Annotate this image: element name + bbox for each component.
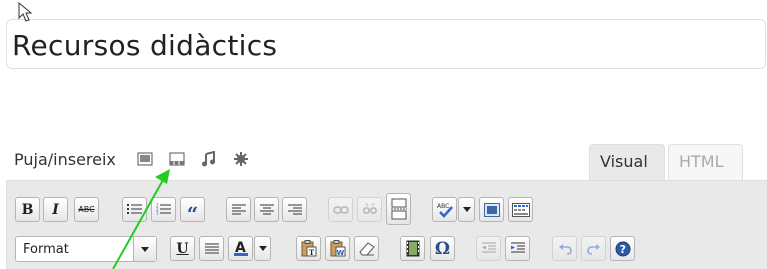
annotation-arrow-icon bbox=[112, 169, 170, 269]
